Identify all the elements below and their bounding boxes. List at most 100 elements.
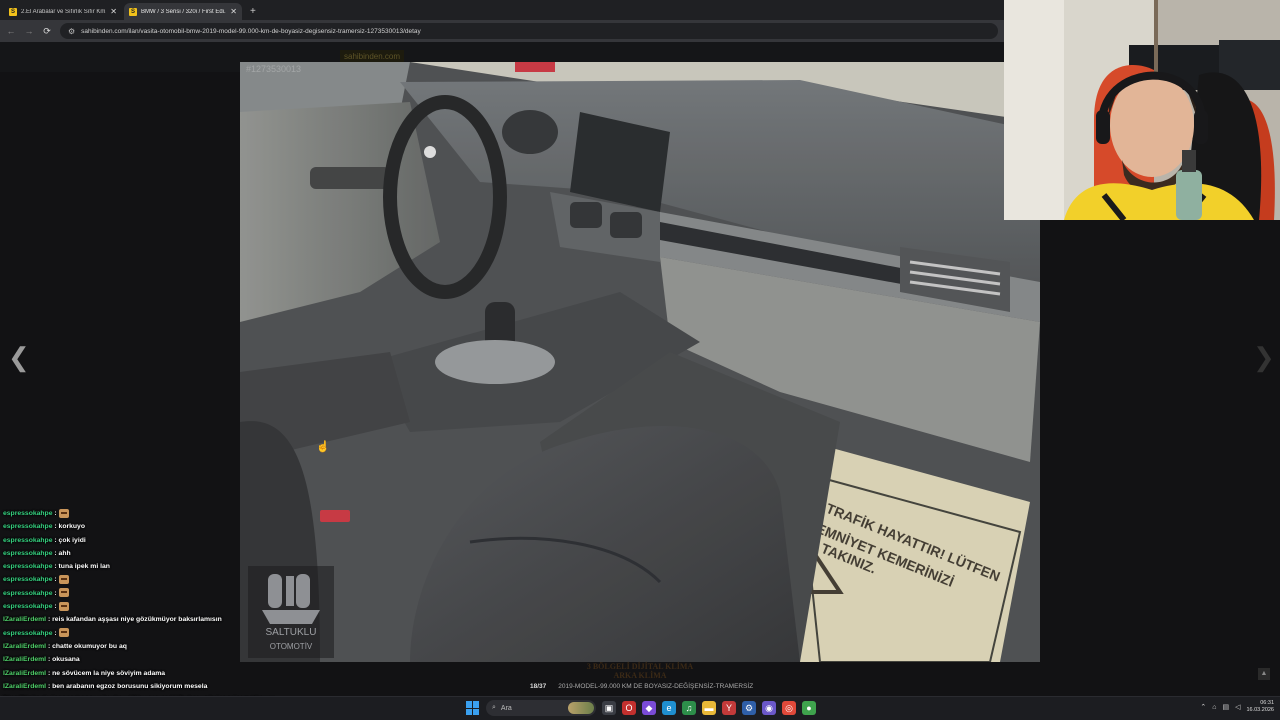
reload-icon[interactable]: ⟳ [42, 26, 52, 37]
browser-toolbar: ← → ⟳ ⚙ sahibinden.com/ilan/vasita-otomo… [0, 20, 1004, 42]
chat-text: reis kafandan aşşası niye gözükmüyor bak… [52, 616, 222, 624]
screen: S 2.El Arabalar ve Sıfırlık Sıfır Km... … [0, 0, 1280, 720]
taskbar-search[interactable]: ⌕ Ara [486, 700, 596, 716]
close-tab-icon[interactable]: ✕ [110, 7, 117, 16]
browser-tab-2[interactable]: S BMW / 3 Serisi / 320i / First Edi... ✕ [124, 3, 242, 20]
discord-icon[interactable]: ◉ [762, 701, 776, 715]
chat-message: espressokahpe : [0, 600, 290, 613]
listing-title: 2019-MODEL-99.000 KM DE BOYASIZ-DEĞİŞENS… [558, 683, 754, 690]
back-arrow-icon[interactable]: ← [6, 26, 16, 36]
opera-icon[interactable]: O [622, 701, 636, 715]
chat-message: espressokahpe : çok iyidi [3, 536, 86, 544]
chat-username[interactable]: IZaraliErdemI [3, 656, 46, 663]
scroll-top-icon[interactable]: ▲ [1258, 668, 1270, 680]
chat-message: IZaraliErdemI : reis kafandan aşşası niy… [3, 616, 222, 624]
photo-counter: 18/37 [530, 683, 547, 690]
photo-caption: 3 BÖLGELİ DİJİTAL KLİMA ARKA KLİMA [520, 662, 760, 680]
chat-username[interactable]: espressokahpe [3, 576, 53, 583]
photo-counter-bar: 18/37 2019-MODEL-99.000 KM DE BOYASIZ-DE… [530, 683, 770, 690]
chat-text: okusana [52, 656, 80, 664]
windows-start-icon[interactable] [466, 701, 480, 715]
car-interior-image: TRAFİK HAYATTIR! LÜTFEN EMNİYET KEMERİNİ… [240, 62, 1040, 662]
browser-tab-strip: S 2.El Arabalar ve Sıfırlık Sıfır Km... … [0, 0, 1004, 20]
close-tab-icon[interactable]: ✕ [230, 7, 237, 16]
chat-username[interactable]: espressokahpe [3, 590, 53, 597]
chat-message: IZaraliErdemI : okusana [3, 656, 80, 664]
chat-message: IZaraliErdemI : chatte okumuyor bu aq [3, 642, 127, 650]
chat-message: IZaraliErdemI : ben arabanın egzoz borus… [3, 682, 208, 690]
chat-text: chatte okumuyor bu aq [52, 642, 127, 650]
next-photo-arrow-icon[interactable]: ❯ [1253, 344, 1275, 370]
mouse-cursor-icon: ☝ [316, 441, 330, 453]
listing-photo[interactable]: TRAFİK HAYATTIR! LÜTFEN EMNİYET KEMERİNİ… [240, 62, 1040, 662]
system-tray: ⌃ ⌂ ▤ ◁ 06:31 16.03.2026 [1200, 700, 1274, 714]
url-text: sahibinden.com/ilan/vasita-otomobil-bmw-… [81, 27, 421, 35]
chat-username[interactable]: espressokahpe [3, 510, 53, 517]
site-info-icon[interactable]: ⚙ [68, 27, 75, 36]
copilot-icon[interactable]: ◆ [642, 701, 656, 715]
address-bar[interactable]: ⚙ sahibinden.com/ilan/vasita-otomobil-bm… [60, 23, 998, 39]
caption-line-2: ARKA KLİMA [613, 671, 667, 680]
chat-emote-icon [58, 575, 69, 585]
chat-username[interactable]: IZaraliErdemI [3, 643, 46, 650]
chat-message: espressokahpe : tuna ipek mi lan [3, 563, 110, 571]
taskbar-search-placeholder: Ara [500, 704, 512, 712]
search-highlight-icon [568, 702, 594, 714]
chat-username[interactable]: IZaraliErdemI [3, 683, 46, 690]
settings-gear-icon[interactable]: ⚙ [742, 701, 756, 715]
chat-message: espressokahpe : [0, 627, 290, 640]
system-clock[interactable]: 06:31 16.03.2026 [1246, 700, 1274, 714]
webcam-overlay [1004, 0, 1280, 220]
yandex-icon[interactable]: Y [722, 701, 736, 715]
chat-username[interactable]: espressokahpe [3, 603, 53, 610]
chrome-icon[interactable]: ◎ [782, 701, 796, 715]
chat-emote-icon [58, 588, 69, 598]
photo-id: #1273530013 [246, 64, 302, 74]
stream-chat: espressokahpe : espressokahpe : korkuyo e… [0, 507, 290, 720]
chat-text: korkuyo [58, 523, 85, 531]
chat-message: espressokahpe : ahh [3, 549, 71, 557]
caption-line-1: 3 BÖLGELİ DİJİTAL KLİMA [586, 662, 694, 671]
chat-message: espressokahpe : [0, 587, 290, 600]
chat-message: espressokahpe : [0, 573, 290, 586]
chat-emote-icon [58, 508, 69, 518]
chat-text: çok iyidi [58, 536, 86, 544]
sahibinden-favicon-icon: S [129, 7, 137, 16]
file-explorer-icon[interactable]: ▬ [702, 701, 716, 715]
chat-username[interactable]: espressokahpe [3, 537, 53, 544]
new-tab-button[interactable]: + [244, 6, 262, 20]
chat-emote-icon [58, 628, 69, 638]
chat-text: tuna ipek mi lan [58, 563, 110, 571]
windows-taskbar: ⌕ Ara ▣ O ◆ e ♫ ▬ Y ⚙ ◉ ◎ ● ⌃ ⌂ ▤ ◁ 06:3… [0, 696, 1280, 720]
spotify-icon[interactable]: ♫ [682, 701, 696, 715]
chat-message: espressokahpe : [0, 507, 290, 520]
streamer-webcam-image [1004, 0, 1280, 220]
chat-username[interactable]: espressokahpe [3, 550, 53, 557]
edge-icon[interactable]: e [662, 701, 676, 715]
tab-title: 2.El Arabalar ve Sıfırlık Sıfır Km... [21, 8, 107, 15]
task-view-icon[interactable]: ▣ [602, 701, 616, 715]
chat-username[interactable]: IZaraliErdemI [3, 670, 46, 677]
browser-tab-1[interactable]: S 2.El Arabalar ve Sıfırlık Sıfır Km... … [4, 3, 122, 20]
chat-text: ne sövücem la niye söviyim adama [52, 669, 166, 677]
forward-arrow-icon[interactable]: → [24, 26, 34, 36]
search-icon: ⌕ [492, 704, 496, 711]
sahibinden-favicon-icon: S [9, 7, 17, 16]
microphone-icon[interactable]: ⌂ [1212, 704, 1216, 711]
clock-date: 16.03.2026 [1246, 707, 1274, 713]
chat-username[interactable]: espressokahpe [3, 563, 53, 570]
chat-username[interactable]: espressokahpe [3, 523, 53, 530]
chat-message: IZaraliErdemI : ne sövücem la niye söviy… [3, 669, 166, 677]
chat-username[interactable]: IZaraliErdemI [3, 616, 46, 623]
network-icon[interactable]: ▤ [1222, 703, 1229, 711]
previous-photo-arrow-icon[interactable]: ❮ [8, 344, 30, 370]
obs-icon[interactable]: ● [802, 701, 816, 715]
volume-icon[interactable]: ◁ [1235, 703, 1240, 711]
chevron-up-icon[interactable]: ⌃ [1200, 703, 1206, 711]
chat-text: ahh [58, 549, 71, 557]
chat-username[interactable]: espressokahpe [3, 630, 53, 637]
tab-title: BMW / 3 Serisi / 320i / First Edi... [141, 8, 227, 15]
clock-time: 06:31 [1260, 700, 1274, 706]
chat-message: espressokahpe : korkuyo [3, 523, 85, 531]
chat-emote-icon [58, 601, 69, 611]
